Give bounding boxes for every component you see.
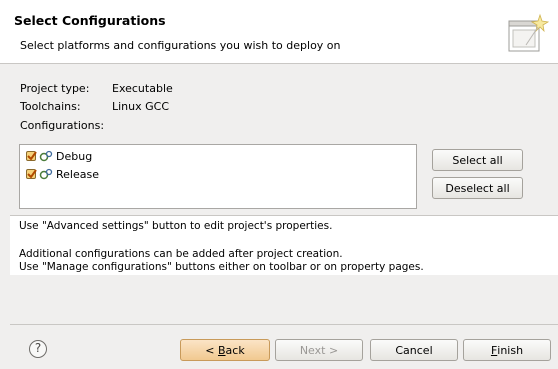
message-advanced-settings: Use "Advanced settings" button to edit p… <box>19 220 333 232</box>
debug-checkbox[interactable] <box>26 151 37 161</box>
page-description: Select platforms and configurations you … <box>20 39 341 52</box>
configurations-label: Configurations: <box>20 119 105 132</box>
project-type-label: Project type: <box>20 82 90 95</box>
wizard-banner-icon <box>508 13 550 52</box>
list-item-release[interactable]: Release <box>26 166 99 182</box>
back-mnemonic: B <box>218 343 226 357</box>
message-area: Use "Advanced settings" button to edit p… <box>10 215 558 275</box>
message-manage-configurations: Use "Manage configurations" buttons eith… <box>19 261 424 273</box>
toolchains-value: Linux GCC <box>112 100 170 113</box>
list-item-debug[interactable]: Debug <box>26 148 92 164</box>
toolchains-label: Toolchains: <box>20 100 81 113</box>
project-type-value: Executable <box>112 82 173 95</box>
cancel-button[interactable]: Cancel <box>370 339 458 361</box>
release-label: Release <box>56 167 99 181</box>
finish-button[interactable]: Finish <box>463 339 551 361</box>
back-rest: ack <box>225 343 245 357</box>
deselect-all-button[interactable]: Deselect all <box>432 177 523 199</box>
page-title: Select Configurations <box>14 13 166 28</box>
next-button[interactable]: Next > <box>275 339 363 361</box>
back-button[interactable]: < Back <box>180 339 270 361</box>
help-icon[interactable]: ? <box>29 340 47 358</box>
finish-rest: inish <box>497 343 524 357</box>
wizard-header: Select Configurations Select platforms a… <box>0 0 558 64</box>
back-prefix: < <box>205 343 218 357</box>
release-checkbox[interactable] <box>26 169 37 179</box>
configuration-gears-icon <box>39 168 53 180</box>
footer-separator <box>10 324 558 325</box>
configurations-list[interactable]: Debug Release <box>19 144 417 209</box>
message-additional-configurations: Additional configurations can be added a… <box>19 248 343 260</box>
debug-label: Debug <box>56 149 93 163</box>
configuration-gears-icon <box>39 150 53 162</box>
select-all-button[interactable]: Select all <box>432 149 523 171</box>
